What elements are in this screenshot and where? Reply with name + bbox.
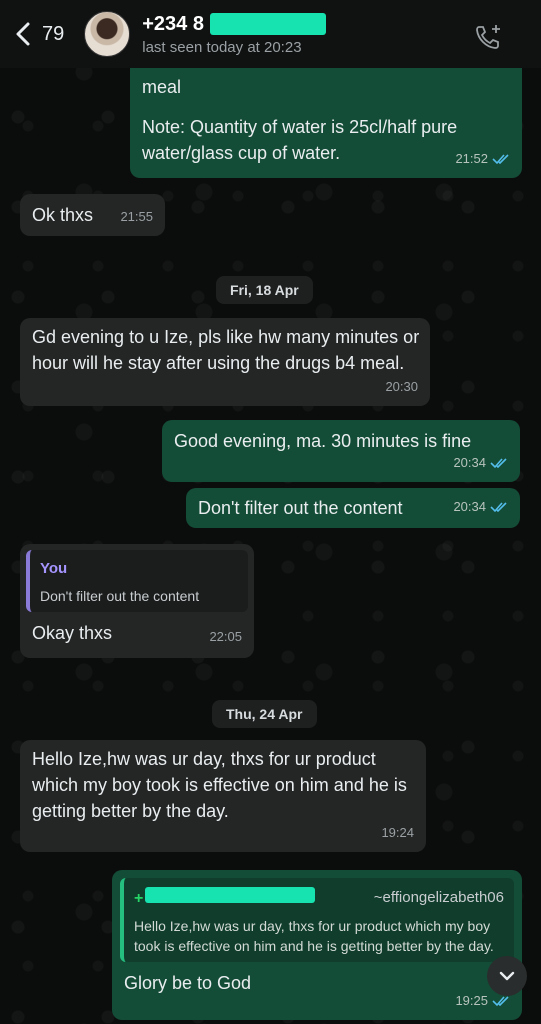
message-incoming-reply[interactable]: You Don't filter out the content Okay th… [20,544,254,658]
quote-author: + [134,890,144,907]
message-text: Note: Quantity of water is 25cl/half pur… [142,117,458,163]
message-text: Gd evening to u Ize, pls like hw many mi… [32,327,420,373]
message-text: meal [142,77,182,97]
double-check-icon [492,996,509,1007]
message-outgoing[interactable]: Don't filter out the content 20:34 [186,488,520,528]
message-time: 20:34 [453,455,486,470]
double-check-icon [492,154,509,165]
last-seen-status: last seen today at 20:23 [142,38,302,56]
quote-text: Hello Ize,hw was ur day, thxs for ur pro… [134,918,494,954]
message-incoming[interactable]: Gd evening to u Ize, pls like hw many mi… [20,318,430,406]
quote-text: Don't filter out the content [40,588,200,604]
message-time: 21:52 [455,151,488,166]
message-outgoing[interactable]: meal Note: Quantity of water is 25cl/hal… [130,60,522,178]
message-time: 19:25 [455,993,488,1008]
message-time: 20:30 [385,379,418,394]
message-time: 20:34 [453,499,486,514]
message-outgoing-reply[interactable]: + ~effiongelizabeth06 Hello Ize,hw was u… [112,870,522,1020]
quoted-message[interactable]: + ~effiongelizabeth06 Hello Ize,hw was u… [120,878,514,962]
date-separator: Fri, 18 Apr [216,276,313,304]
chevron-down-icon [499,971,515,981]
unread-count: 79 [42,22,65,45]
quote-author: You [40,560,68,577]
redaction-box [209,13,326,35]
chat-header: 79 +234 8 last seen today at 20:23 [0,0,541,68]
message-text: Ok thxs [32,205,94,225]
back-button[interactable]: 79 [14,21,64,47]
contact-info[interactable]: +234 8 last seen today at 20:23 [142,13,326,56]
avatar[interactable] [84,11,131,57]
scroll-to-bottom-button[interactable] [487,956,527,996]
message-outgoing[interactable]: Good evening, ma. 30 minutes is fine 20:… [162,420,520,482]
message-time: 19:24 [381,825,414,840]
redaction-box [145,887,316,903]
message-incoming[interactable]: Ok thxs 21:55 [20,194,165,236]
add-call-icon [476,25,500,49]
message-text: Hello Ize,hw was ur day, thxs for ur pro… [32,749,407,821]
back-arrow-icon [16,22,30,46]
message-time: 22:05 [209,629,242,644]
quoted-message[interactable]: You Don't filter out the content [26,550,248,612]
quote-handle: ~effiongelizabeth06 [373,889,504,906]
message-incoming[interactable]: Hello Ize,hw was ur day, thxs for ur pro… [20,740,426,852]
message-time: 21:55 [120,209,153,224]
contact-name: +234 8 [142,12,204,35]
double-check-icon [490,458,507,469]
double-check-icon [490,502,507,513]
add-call-button[interactable] [473,22,503,57]
date-separator: Thu, 24 Apr [212,700,317,728]
